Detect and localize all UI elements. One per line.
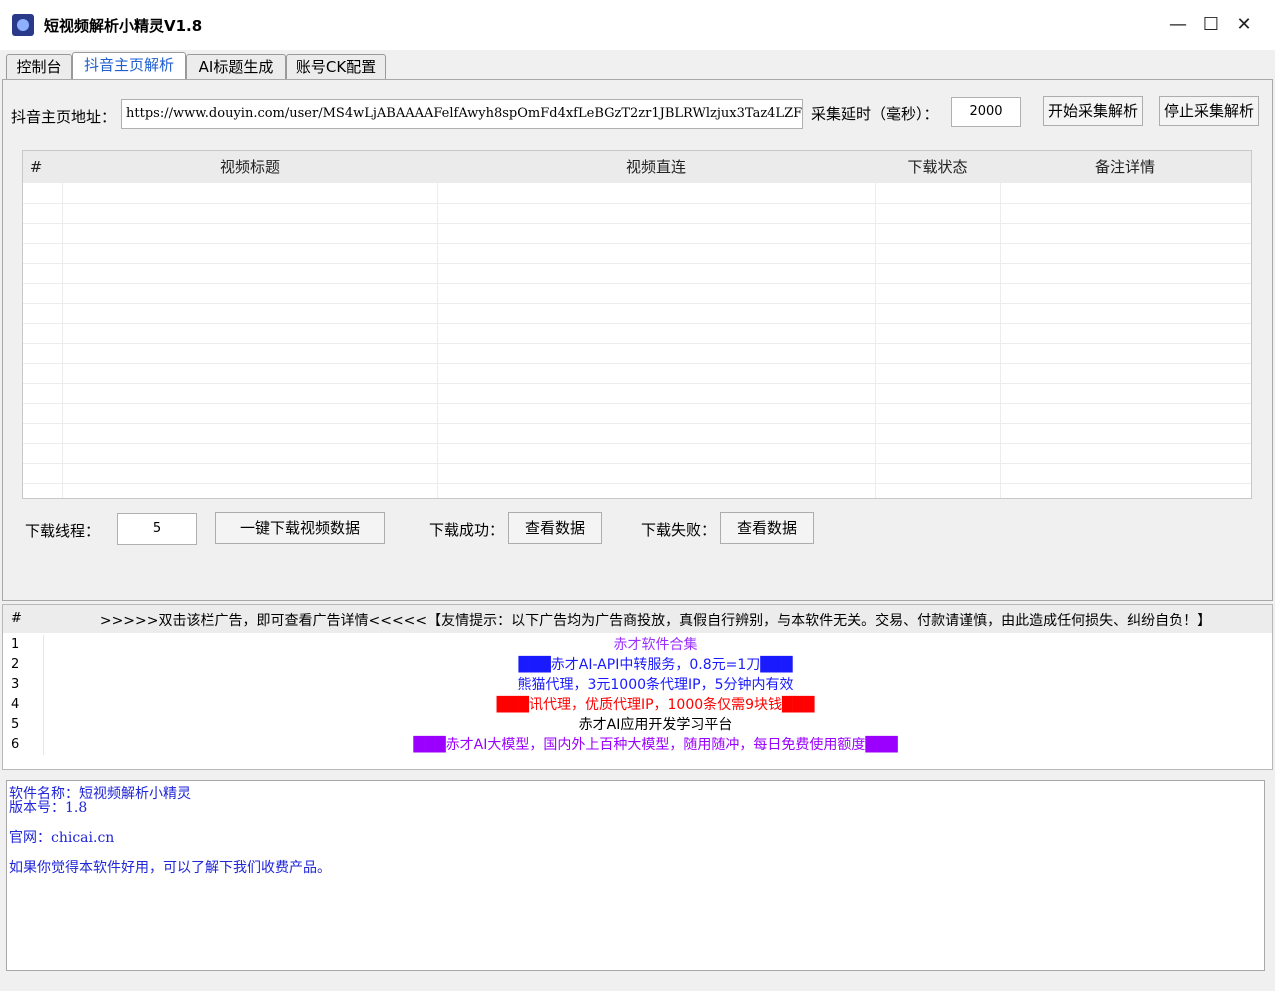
tab-console[interactable]: 控制台 [6,54,72,80]
column-divider [1000,183,1001,498]
results-table[interactable]: # 视频标题 视频直连 下载状态 备注详情 [22,150,1252,499]
ad-list-header: # >>>>>双击该栏广告，即可查看广告详情<<<<<【友情提示：以下广告均为广… [3,605,1272,633]
row-divider [23,383,1251,384]
ad-index: 3 [11,677,20,692]
ad-text: ███讯代理，优质代理IP，1000条仅需9块钱███ [496,697,815,713]
info-textarea[interactable]: 软件名称：短视频解析小精灵 版本号：1.8 官网：chicai.cn 如果你觉得… [6,780,1265,971]
ad-text: ███赤才AI大模型，国内外上百种大模型，随用随冲，每日免费使用额度███ [413,737,898,753]
column-header-index[interactable]: # [23,151,49,183]
ad-text: 赤才AI应用开发学习平台 [578,717,733,733]
column-header-notes[interactable]: 备注详情 [1000,151,1250,183]
tab-douyin-parse[interactable]: 抖音主页解析 [72,52,186,80]
column-divider [875,183,876,498]
url-input[interactable]: https://www.douyin.com/user/MS4wLjABAAAA… [121,99,803,129]
url-label: 抖音主页地址： [11,108,117,126]
view-fail-button[interactable]: 查看数据 [720,512,814,544]
tab-ai-title[interactable]: AI标题生成 [186,54,286,80]
ad-text: 赤才软件合集 [613,637,698,653]
success-label: 下载成功： [429,521,505,539]
download-all-button[interactable]: 一键下载视频数据 [215,512,385,544]
row-divider [23,363,1251,364]
ad-index: 2 [11,657,20,672]
row-divider [23,463,1251,464]
ad-index: 4 [11,697,20,712]
row-divider [23,303,1251,304]
close-button[interactable]: ✕ [1229,10,1259,40]
view-success-button[interactable]: 查看数据 [508,512,602,544]
row-divider [23,403,1251,404]
threads-input[interactable]: 5 [117,513,197,545]
table-header: # 视频标题 视频直连 下载状态 备注详情 [23,151,1251,183]
row-divider [23,343,1251,344]
ad-item[interactable]: 5 赤才AI应用开发学习平台 [3,715,1272,735]
column-header-status[interactable]: 下载状态 [875,151,1000,183]
tab-account-ck[interactable]: 账号CK配置 [286,54,386,80]
ad-item[interactable]: 2 ███赤才AI-API中转服务，0.8元=1刀███ [3,655,1272,675]
info-version: 版本号：1.8 [9,800,88,816]
start-parse-button[interactable]: 开始采集解析 [1043,96,1143,126]
ad-item[interactable]: 3 熊猫代理，3元1000条代理IP，5分钟内有效 [3,675,1272,695]
ad-list[interactable]: # >>>>>双击该栏广告，即可查看广告详情<<<<<【友情提示：以下广告均为广… [2,604,1273,770]
row-divider [23,283,1251,284]
ad-item[interactable]: 6 ███赤才AI大模型，国内外上百种大模型，随用随冲，每日免费使用额度███ [3,735,1272,755]
row-divider [23,323,1251,324]
threads-label: 下载线程： [25,522,101,540]
column-header-link[interactable]: 视频直连 [437,151,875,183]
column-header-title[interactable]: 视频标题 [63,151,437,183]
ad-item[interactable]: 4 ███讯代理，优质代理IP，1000条仅需9块钱███ [3,695,1272,715]
app-icon [12,14,34,36]
column-divider [437,183,438,498]
row-divider [23,223,1251,224]
fail-label: 下载失败： [641,521,717,539]
window-title: 短视频解析小精灵V1.8 [44,17,203,35]
maximize-button[interactable]: ☐ [1196,10,1226,40]
row-divider [23,263,1251,264]
ad-index: 5 [11,717,20,732]
row-divider [23,203,1251,204]
ad-header-notice: >>>>>双击该栏广告，即可查看广告详情<<<<<【友情提示：以下广告均为广告商… [99,613,1212,629]
ad-text: 熊猫代理，3元1000条代理IP，5分钟内有效 [517,677,794,693]
ad-index: 6 [11,737,20,752]
row-divider [23,443,1251,444]
delay-input[interactable]: 2000 [951,97,1021,127]
title-bar: 短视频解析小精灵V1.8 — ☐ ✕ [0,0,1275,50]
delay-label: 采集延时（毫秒）： [811,105,939,123]
ad-index: 1 [11,637,20,652]
stop-parse-button[interactable]: 停止采集解析 [1159,96,1259,126]
row-divider [23,483,1251,484]
ad-header-index: # [11,611,22,626]
info-website: 官网：chicai.cn [9,830,115,846]
ad-text: ███赤才AI-API中转服务，0.8元=1刀███ [518,657,793,673]
row-divider [23,243,1251,244]
row-divider [23,423,1251,424]
column-divider [62,183,63,498]
ad-item[interactable]: 1 赤才软件合集 [3,635,1272,655]
info-promo: 如果你觉得本软件好用，可以了解下我们收费产品。 [9,860,331,876]
minimize-button[interactable]: — [1163,10,1193,40]
